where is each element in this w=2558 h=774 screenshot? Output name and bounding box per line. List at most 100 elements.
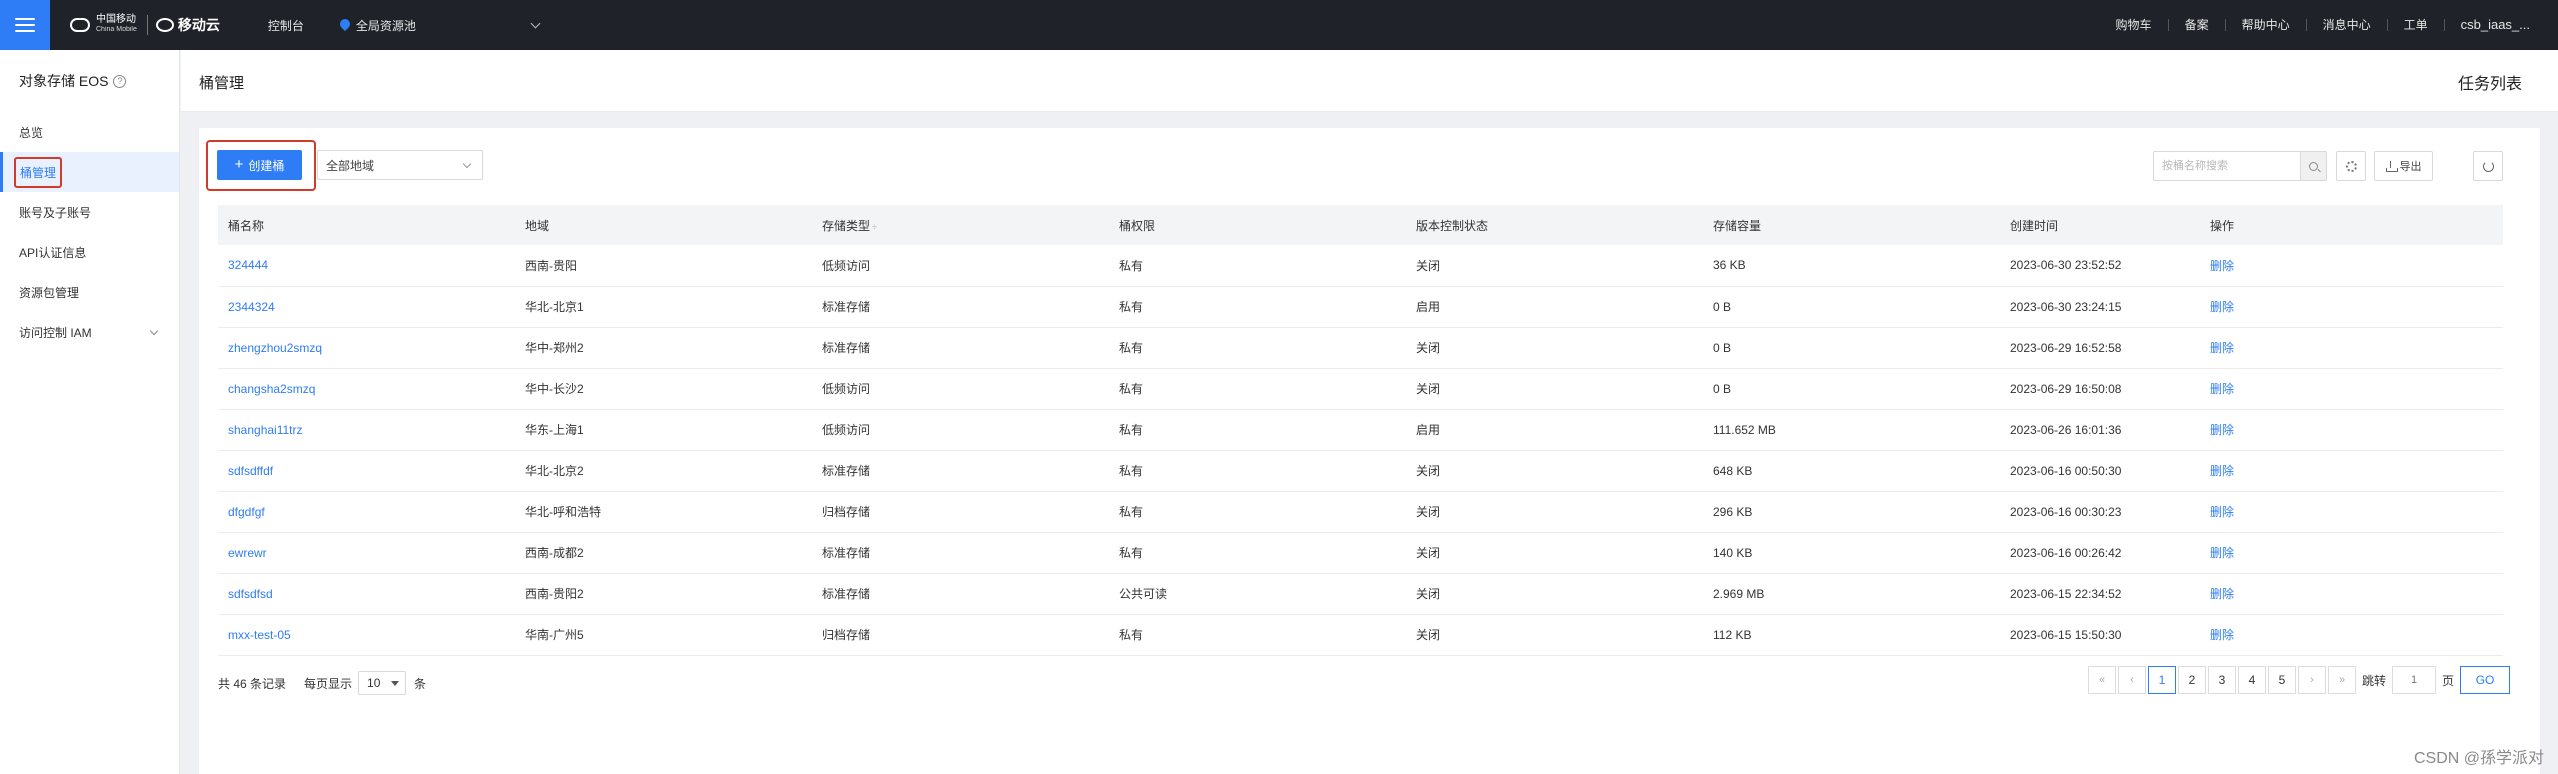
help-icon[interactable]: ? bbox=[113, 74, 127, 88]
bucket-name-link[interactable]: mxx-test-05 bbox=[228, 628, 291, 642]
help-center-link[interactable]: 帮助中心 bbox=[2224, 19, 2306, 31]
sidebar-item-resource-packages[interactable]: 资源包管理 bbox=[0, 272, 179, 312]
column-header-storage-type[interactable]: 存储类型 ÷ bbox=[812, 205, 1109, 245]
table-cell: 删除 bbox=[2200, 327, 2503, 369]
delete-link[interactable]: 删除 bbox=[2210, 300, 2234, 314]
sidebar-item-accounts[interactable]: 账号及子账号 bbox=[0, 192, 179, 232]
table-cell: 删除 bbox=[2200, 573, 2503, 615]
page-3-button[interactable]: 3 bbox=[2208, 666, 2236, 694]
settings-button[interactable] bbox=[2336, 151, 2366, 181]
console-link[interactable]: 控制台 bbox=[268, 17, 304, 34]
region-cell: 华北-北京1 bbox=[515, 286, 812, 328]
bucket-name-link[interactable]: 2344324 bbox=[228, 300, 275, 314]
sidebar-item-api-credentials[interactable]: API认证信息 bbox=[0, 232, 179, 272]
acl-cell: 私有 bbox=[1109, 245, 1406, 287]
export-button[interactable]: 导出 bbox=[2374, 151, 2433, 181]
column-header-acl: 桶权限 bbox=[1119, 218, 1156, 233]
caret-down-icon bbox=[391, 681, 400, 686]
storage-type-header-label: 存储类型 bbox=[822, 218, 871, 233]
versioning-cell: 关闭 bbox=[1406, 573, 1703, 615]
total-records: 共 46 条记录 bbox=[218, 676, 287, 691]
table-row: shanghai11trz 华东-上海1 低频访问 私有 启用 111.652 MB 202… bbox=[218, 409, 2503, 451]
created-time-cell: 2023-06-30 23:24:15 bbox=[2000, 286, 2200, 328]
logo[interactable]: 中国移动 China Mobile 移动云 bbox=[70, 15, 220, 35]
acl-cell: 私有 bbox=[1109, 532, 1406, 574]
table-cell: shanghai11trz bbox=[218, 409, 515, 451]
bucket-list-card: + 创建桶 全部地域 导出 桶名称 地域 存储类型÷ 桶权限 版 bbox=[199, 128, 2540, 774]
versioning-cell: 关闭 bbox=[1406, 368, 1703, 410]
created-time-cell: 2023-06-15 22:34:52 bbox=[2000, 573, 2200, 615]
create-bucket-label: 创建桶 bbox=[248, 158, 285, 173]
create-bucket-button[interactable]: + 创建桶 bbox=[217, 150, 302, 180]
table-cell: ewrewr bbox=[218, 532, 515, 574]
filing-link[interactable]: 备案 bbox=[2167, 19, 2225, 31]
search-box bbox=[2153, 151, 2327, 181]
sidebar-item-label: 访问控制 IAM bbox=[19, 325, 92, 340]
last-page-button[interactable]: » bbox=[2328, 666, 2356, 694]
bucket-name-link[interactable]: zhengzhou2smzq bbox=[228, 341, 322, 355]
region-selector[interactable]: 全局资源池 bbox=[340, 17, 541, 34]
page-4-button[interactable]: 4 bbox=[2238, 666, 2266, 694]
message-center-link[interactable]: 消息中心 bbox=[2305, 19, 2387, 31]
refresh-button[interactable] bbox=[2473, 151, 2503, 181]
table-row: dfgdfgf 华北-呼和浩特 归档存储 私有 关闭 296 KB 2023-06-16 0… bbox=[218, 491, 2503, 533]
created-time-cell: 2023-06-16 00:50:30 bbox=[2000, 450, 2200, 492]
page-size-value: 10 bbox=[367, 676, 381, 690]
bucket-name-link[interactable]: dfgdfgf bbox=[228, 505, 265, 519]
versioning-cell: 关闭 bbox=[1406, 491, 1703, 533]
plus-icon: + bbox=[234, 156, 244, 173]
user-menu[interactable]: csb_iaas_... bbox=[2443, 18, 2530, 31]
column-header-versioning: 版本控制状态 bbox=[1416, 218, 1489, 233]
first-page-button[interactable]: « bbox=[2088, 666, 2116, 694]
bucket-name-link[interactable]: shanghai11trz bbox=[228, 423, 303, 437]
table-cell: sdfsdfsd bbox=[218, 573, 515, 615]
versioning-cell: 启用 bbox=[1406, 409, 1703, 451]
page-2-button[interactable]: 2 bbox=[2178, 666, 2206, 694]
page-5-button[interactable]: 5 bbox=[2268, 666, 2296, 694]
table-row: zhengzhou2smzq 华中-郑州2 标准存储 私有 关闭 0 B 2023-06-2… bbox=[218, 327, 2503, 369]
column-header-actions: 操作 bbox=[2210, 218, 2235, 233]
table-row: 2344324 华北-北京1 标准存储 私有 启用 0 B 2023-06-30 23:24… bbox=[218, 286, 2503, 328]
top-right-links: 购物车 备案 帮助中心 消息中心 工单 csb_iaas_... bbox=[2100, 0, 2530, 50]
delete-link[interactable]: 删除 bbox=[2210, 587, 2234, 601]
delete-link[interactable]: 删除 bbox=[2210, 423, 2234, 437]
sidebar-item-iam[interactable]: 访问控制 IAM bbox=[0, 312, 179, 352]
delete-link[interactable]: 删除 bbox=[2210, 341, 2234, 355]
created-time-cell: 2023-06-29 16:52:58 bbox=[2000, 327, 2200, 369]
task-list-link[interactable]: 任务列表 bbox=[2458, 70, 2522, 94]
region-filter-select[interactable]: 全部地域 bbox=[317, 150, 483, 180]
cart-link[interactable]: 购物车 bbox=[2100, 19, 2168, 31]
bucket-search-input[interactable] bbox=[2154, 152, 2300, 180]
delete-link[interactable]: 删除 bbox=[2210, 546, 2234, 560]
next-page-button[interactable]: › bbox=[2298, 666, 2326, 694]
acl-cell: 私有 bbox=[1109, 450, 1406, 492]
prev-page-button[interactable]: ‹ bbox=[2118, 666, 2146, 694]
sidebar-item-bucket-management[interactable]: 桶管理 bbox=[0, 152, 179, 192]
storage-type-cell: 归档存储 bbox=[812, 491, 1109, 533]
delete-link[interactable]: 删除 bbox=[2210, 259, 2234, 273]
versioning-cell: 关闭 bbox=[1406, 532, 1703, 574]
bucket-name-link[interactable]: sdfsdfsd bbox=[228, 587, 273, 601]
page-size-select[interactable]: 10 bbox=[358, 671, 407, 695]
delete-link[interactable]: 删除 bbox=[2210, 382, 2234, 396]
delete-link[interactable]: 删除 bbox=[2210, 464, 2234, 478]
sidebar-item-overview[interactable]: 总览 bbox=[0, 112, 179, 152]
delete-link[interactable]: 删除 bbox=[2210, 505, 2234, 519]
column-header-region: 地域 bbox=[525, 218, 550, 233]
storage-type-cell: 标准存储 bbox=[812, 286, 1109, 328]
search-button[interactable] bbox=[2300, 152, 2326, 180]
page-1-button[interactable]: 1 bbox=[2148, 666, 2176, 694]
jump-page-input[interactable] bbox=[2392, 666, 2437, 694]
sort-icon[interactable]: ÷ bbox=[872, 222, 877, 232]
bucket-name-link[interactable]: ewrewr bbox=[228, 546, 267, 560]
ticket-link[interactable]: 工单 bbox=[2386, 19, 2444, 31]
table-row: changsha2smzq 华中-长沙2 低频访问 私有 关闭 0 B 2023-06-29… bbox=[218, 368, 2503, 410]
go-button[interactable]: GO bbox=[2460, 666, 2511, 694]
menu-icon[interactable] bbox=[0, 0, 50, 50]
bucket-name-link[interactable]: 324444 bbox=[228, 258, 268, 272]
created-time-cell: 2023-06-15 15:50:30 bbox=[2000, 614, 2200, 656]
delete-link[interactable]: 删除 bbox=[2210, 628, 2234, 642]
bucket-name-link[interactable]: changsha2smzq bbox=[228, 382, 315, 396]
bucket-name-link[interactable]: sdfsdffdf bbox=[228, 464, 273, 478]
size-cell: 36 KB bbox=[1703, 245, 2000, 287]
